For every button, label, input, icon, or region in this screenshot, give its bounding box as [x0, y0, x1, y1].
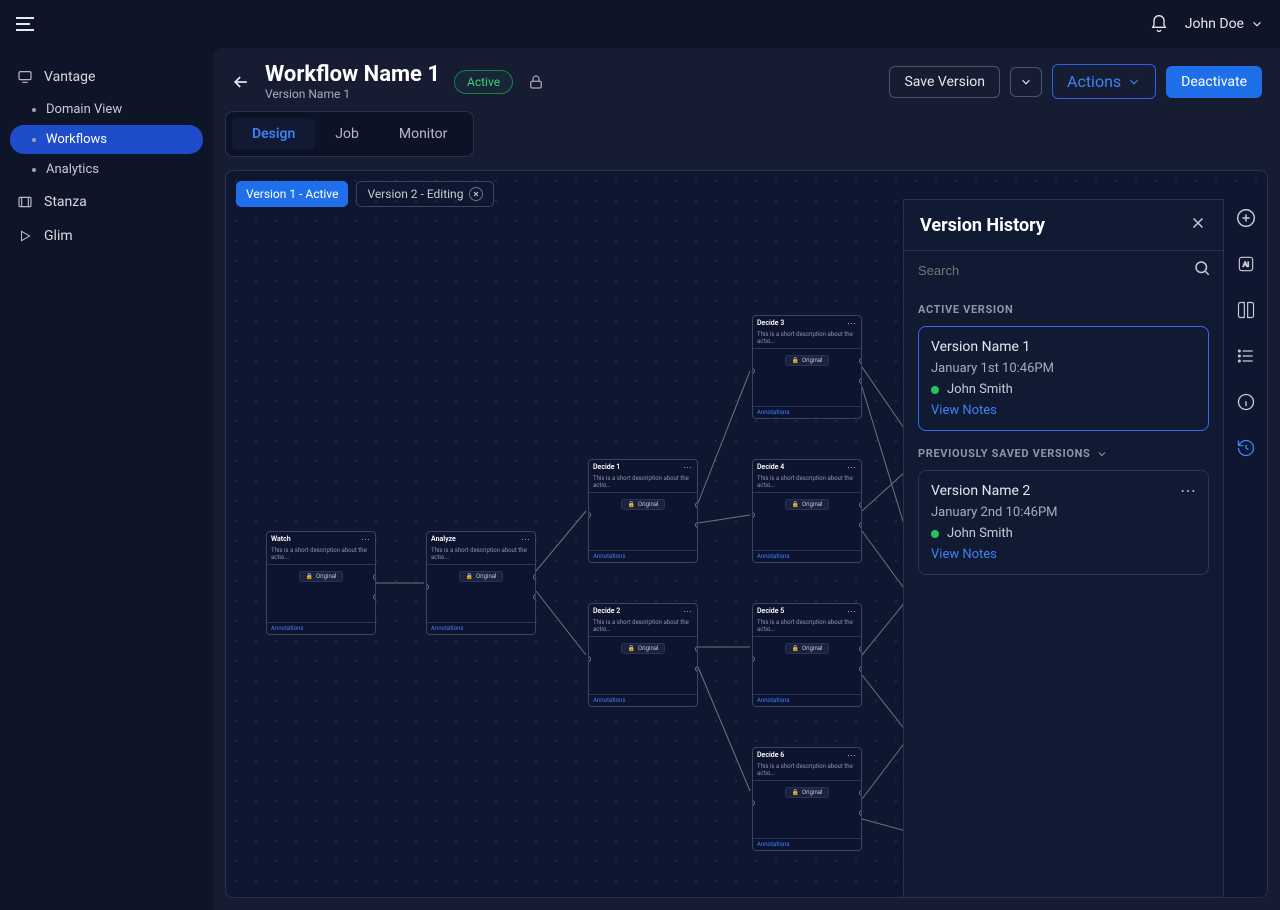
node-decide-5[interactable]: Decide 5⋯ This is a short description ab… — [752, 603, 862, 707]
node-menu-icon[interactable]: ⋯ — [847, 751, 857, 761]
svg-text:AI: AI — [1242, 262, 1248, 269]
video-icon — [16, 193, 34, 211]
version-chip-2[interactable]: Version 2 - Editing — [356, 181, 494, 207]
chevron-down-icon — [1096, 448, 1108, 460]
node-decide-3[interactable]: Decide 3⋯ This is a short description ab… — [752, 315, 862, 419]
workflow-canvas[interactable]: Version 1 - Active Version 2 - Editing A… — [225, 170, 1268, 898]
nav-workflows[interactable]: Workflows — [10, 125, 203, 154]
tab-design[interactable]: Design — [232, 118, 315, 150]
save-version-button[interactable]: Save Version — [889, 66, 1000, 98]
node-menu-icon[interactable]: ⋯ — [847, 463, 857, 473]
docs-icon[interactable] — [1233, 297, 1259, 323]
nav-stanza[interactable]: Stanza — [6, 185, 207, 219]
node-menu-icon[interactable]: ⋯ — [847, 607, 857, 617]
notifications-icon[interactable] — [1149, 14, 1169, 34]
list-icon[interactable] — [1233, 343, 1259, 369]
view-notes-link[interactable]: View Notes — [931, 403, 1196, 418]
node-menu-icon[interactable]: ⋯ — [521, 535, 531, 545]
close-icon[interactable] — [469, 187, 483, 201]
tab-job[interactable]: Job — [315, 118, 379, 150]
monitor-icon — [16, 68, 34, 86]
nav-analytics[interactable]: Analytics — [10, 155, 203, 184]
card-menu-icon[interactable]: ⋯ — [1180, 481, 1198, 500]
workflow-version-label: Version Name 1 — [265, 87, 440, 101]
back-button[interactable] — [231, 72, 251, 92]
history-search-input[interactable] — [916, 262, 1185, 279]
status-dot — [931, 386, 939, 394]
version-chip-1[interactable]: Version 1 - Active — [236, 181, 348, 207]
node-decide-6[interactable]: Decide 6⋯ This is a short description ab… — [752, 747, 862, 851]
node-decide-2[interactable]: Decide 2⋯ This is a short description ab… — [588, 603, 698, 707]
view-notes-link[interactable]: View Notes — [931, 547, 1196, 562]
node-menu-icon[interactable]: ⋯ — [361, 535, 371, 545]
play-icon — [16, 227, 34, 245]
workflow-title: Workflow Name 1 — [265, 62, 440, 87]
version-card-active[interactable]: Version Name 1 January 1st 10:46PM John … — [918, 326, 1209, 431]
tab-monitor[interactable]: Monitor — [379, 118, 468, 150]
hamburger-menu[interactable] — [16, 12, 40, 36]
node-watch[interactable]: Watch⋯ This is a short description about… — [266, 531, 376, 635]
close-panel-icon[interactable] — [1189, 214, 1207, 236]
tabs: Design Job Monitor — [225, 111, 474, 157]
nav-vantage[interactable]: Vantage — [6, 60, 207, 94]
previous-versions-label[interactable]: PREVIOUSLY SAVED VERSIONS — [918, 447, 1209, 460]
deactivate-button[interactable]: Deactivate — [1166, 66, 1262, 98]
sidebar: Vantage Domain View Workflows Analytics … — [0, 48, 213, 910]
chevron-down-icon — [1127, 75, 1141, 89]
node-menu-icon[interactable]: ⋯ — [847, 319, 857, 329]
active-version-label: ACTIVE VERSION — [918, 303, 1209, 316]
nav-domain-view[interactable]: Domain View — [10, 95, 203, 124]
chevron-down-icon — [1250, 17, 1264, 31]
node-menu-icon[interactable]: ⋯ — [683, 607, 693, 617]
actions-button[interactable]: Actions — [1052, 64, 1156, 99]
node-analyze[interactable]: Analyze⋯ This is a short description abo… — [426, 531, 536, 635]
info-icon[interactable] — [1233, 389, 1259, 415]
node-decide-1[interactable]: Decide 1⋯ This is a short description ab… — [588, 459, 698, 563]
lock-icon — [527, 73, 545, 91]
ai-icon[interactable]: AI — [1233, 251, 1259, 277]
canvas-toolbar: AI — [1223, 199, 1267, 897]
user-menu[interactable]: John Doe — [1185, 16, 1264, 32]
version-card[interactable]: ⋯ Version Name 2 January 2nd 10:46PM Joh… — [918, 470, 1209, 575]
save-version-dropdown[interactable] — [1010, 67, 1042, 97]
status-dot — [931, 530, 939, 538]
node-decide-4[interactable]: Decide 4⋯ This is a short description ab… — [752, 459, 862, 563]
history-title: Version History — [920, 215, 1045, 236]
node-menu-icon[interactable]: ⋯ — [683, 463, 693, 473]
version-history-panel: Version History ACTIVE VERSION Version N… — [903, 199, 1223, 897]
nav-glim[interactable]: Glim — [6, 219, 207, 253]
add-node-icon[interactable] — [1233, 205, 1259, 231]
user-name: John Doe — [1185, 16, 1244, 32]
status-badge: Active — [454, 70, 513, 94]
search-icon[interactable] — [1193, 259, 1211, 281]
history-icon[interactable] — [1233, 435, 1259, 461]
